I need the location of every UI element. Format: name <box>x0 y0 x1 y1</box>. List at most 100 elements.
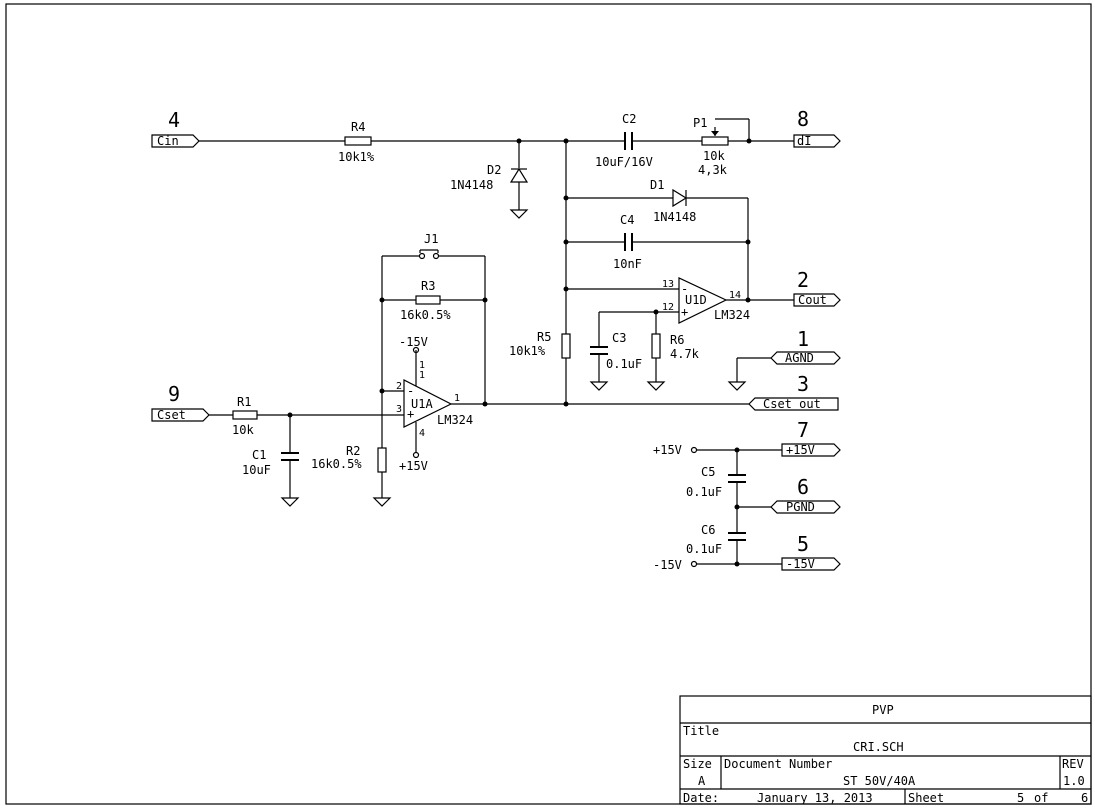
tb-of-label: of <box>1034 791 1048 805</box>
tb-date: January 13, 2013 <box>757 791 873 805</box>
tb-title: CRI.SCH <box>853 740 904 754</box>
tb-company: PVP <box>872 703 894 717</box>
title-block: PVP Title CRI.SCH Size A Document Number… <box>679 695 1092 805</box>
connector-cset-label: Cset <box>157 408 186 422</box>
tb-doc-number: ST 50V/40A <box>843 774 916 788</box>
tb-sheet: 5 <box>1017 791 1024 805</box>
c3-ref: C3 <box>612 331 626 345</box>
u1d-pin-plus: 12 <box>662 302 674 313</box>
connector-pos15-number: 7 <box>797 418 809 442</box>
tb-sheets: 6 <box>1081 791 1088 805</box>
c2-value: 10uF/16V <box>595 155 653 169</box>
u1d-pin-out: 14 <box>729 290 741 301</box>
j1-ref: J1 <box>424 232 438 246</box>
ground-r2-icon <box>372 497 392 507</box>
ground-r6-icon <box>646 381 666 391</box>
u1a-value: LM324 <box>437 413 473 427</box>
jumper-j1[interactable]: J1 <box>418 232 440 260</box>
c4-ref: C4 <box>620 213 634 227</box>
tb-rev-label: REV <box>1062 757 1084 771</box>
connector-agnd: 1 AGND <box>770 327 841 365</box>
connector-cset-number: 9 <box>168 382 180 406</box>
svg-text:1: 1 <box>419 370 425 381</box>
diode-d1: D1 1N4148 <box>650 178 696 224</box>
connector-cin-label: Cin <box>157 134 179 148</box>
p1-ref: P1 <box>693 116 707 130</box>
connector-neg15: 5 -15V <box>781 532 841 571</box>
r3-value: 16k0.5% <box>400 308 451 322</box>
connector-di-label: dI <box>797 134 811 148</box>
connector-neg15-number: 5 <box>797 532 809 556</box>
connector-cset-out-number: 3 <box>797 372 809 396</box>
opamp-u1a: - + U1A LM324 2 3 1 1 1 4 <box>396 360 473 439</box>
u1a-neg-supply: -15V <box>399 335 428 349</box>
connector-cin: 4 Cin <box>151 108 200 148</box>
r4-ref: R4 <box>351 120 365 134</box>
connector-cout-number: 2 <box>797 268 809 292</box>
c2-ref: C2 <box>622 112 636 126</box>
svg-text:+: + <box>681 305 688 319</box>
r1-ref: R1 <box>237 395 251 409</box>
u1d-value: LM324 <box>714 308 750 322</box>
d2-ref: D2 <box>487 163 501 177</box>
diode-d2: D2 1N4148 <box>450 141 529 210</box>
schematic-canvas: 4 Cin R4 10k1% D2 1N4148 C2 10uF/16V P1 … <box>5 3 1092 805</box>
r6-ref: R6 <box>670 333 684 347</box>
d2-value: 1N4148 <box>450 178 493 192</box>
resistor-r6: R6 4.7k <box>651 333 700 361</box>
u1a-pos-supply: +15V <box>399 459 428 473</box>
r2-value: 16k0.5% <box>311 457 362 471</box>
connector-cout: 2 Cout <box>793 268 841 307</box>
connector-pos15: 7 +15V <box>781 418 841 457</box>
c1-value: 10uF <box>242 463 271 477</box>
connector-cout-label: Cout <box>798 293 827 307</box>
ground-agnd-icon <box>727 381 747 391</box>
capacitor-c3: C3 0.1uF <box>590 331 642 371</box>
connector-cset-out: 3 Cset out <box>748 372 839 411</box>
tb-rev: 1.0 <box>1063 774 1085 788</box>
p1-value: 10k <box>703 149 725 163</box>
resistor-r5: R5 10k1% <box>509 330 571 359</box>
c1-ref: C1 <box>252 448 266 462</box>
connector-cset-out-label: Cset out <box>763 397 821 411</box>
r5-ref: R5 <box>537 330 551 344</box>
connector-agnd-number: 1 <box>797 327 809 351</box>
connector-pos15-label: +15V <box>786 443 815 457</box>
connector-neg15-label: -15V <box>786 557 815 571</box>
connector-pgnd: 6 PGND <box>770 475 841 514</box>
d1-ref: D1 <box>650 178 664 192</box>
d1-value: 1N4148 <box>653 210 696 224</box>
rail-pos-label: +15V <box>653 443 682 457</box>
p1-value2: 4,3k <box>698 163 728 177</box>
r5-value: 10k1% <box>509 344 546 358</box>
r6-value: 4.7k <box>670 347 700 361</box>
tb-sheet-label: Sheet <box>908 791 944 805</box>
c4-value: 10nF <box>613 257 642 271</box>
connector-di-number: 8 <box>797 107 809 131</box>
c3-value: 0.1uF <box>606 357 642 371</box>
connector-pgnd-number: 6 <box>797 475 809 499</box>
tb-title-label: Title <box>683 724 719 738</box>
potentiometer-p1: P1 10k 4,3k <box>693 116 750 177</box>
connector-agnd-label: AGND <box>785 351 814 365</box>
svg-text:-: - <box>407 384 414 398</box>
u1a-pin-plus: 3 <box>396 404 402 415</box>
ground-c3-icon <box>589 381 609 391</box>
r3-ref: R3 <box>421 279 435 293</box>
u1d-pin-minus: 13 <box>662 279 674 290</box>
c6-value: 0.1uF <box>686 542 722 556</box>
connector-di: 8 dI <box>793 107 841 148</box>
connector-cin-number: 4 <box>168 108 180 132</box>
u1a-pin-vpos: 4 <box>419 428 425 439</box>
c5-value: 0.1uF <box>686 485 722 499</box>
tb-size: A <box>698 774 706 788</box>
u1a-pin-minus: 2 <box>396 381 402 392</box>
resistor-r2: R2 16k0.5% <box>311 444 387 473</box>
rail-neg-label: -15V <box>653 558 682 572</box>
c6-ref: C6 <box>701 523 715 537</box>
resistor-r1: R1 10k <box>232 395 258 437</box>
r2-ref: R2 <box>346 444 360 458</box>
r4-value: 10k1% <box>338 150 375 164</box>
tb-size-label: Size <box>683 757 712 771</box>
connector-cset: 9 Cset <box>151 382 210 422</box>
